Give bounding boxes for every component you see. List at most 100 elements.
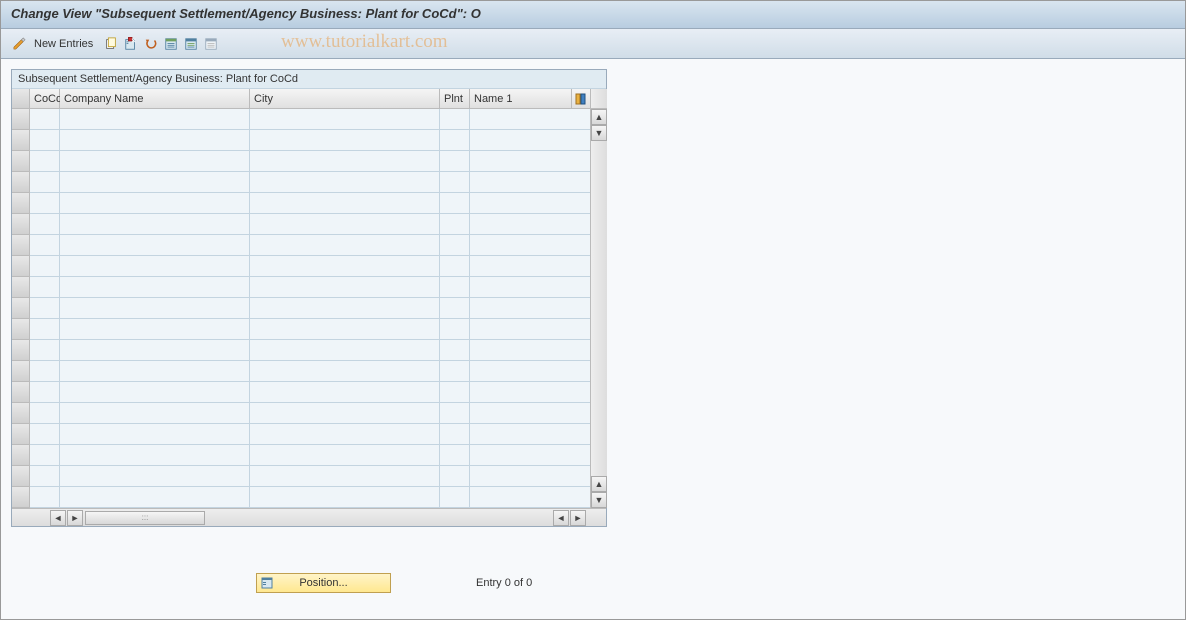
cell-plnt[interactable] — [440, 277, 470, 298]
cell-cocd[interactable] — [30, 319, 60, 340]
scroll-left-button[interactable]: ◄ — [50, 510, 66, 526]
cell-city[interactable] — [250, 277, 440, 298]
col-header-cocd[interactable]: CoCd — [30, 89, 60, 109]
hscroll-thumb[interactable]: ::: — [85, 511, 205, 525]
cell-plnt[interactable] — [440, 340, 470, 361]
cell-company-name[interactable] — [60, 256, 250, 277]
cell-city[interactable] — [250, 109, 440, 130]
scroll-left-button-2[interactable]: ◄ — [553, 510, 569, 526]
scroll-down-button-2[interactable]: ▼ — [591, 492, 607, 508]
cell-city[interactable] — [250, 193, 440, 214]
row-selector[interactable] — [12, 445, 30, 466]
cell-city[interactable] — [250, 424, 440, 445]
row-selector[interactable] — [12, 214, 30, 235]
cell-company-name[interactable] — [60, 424, 250, 445]
cell-name1[interactable] — [470, 277, 590, 298]
copy-icon[interactable] — [103, 36, 119, 52]
cell-company-name[interactable] — [60, 172, 250, 193]
cell-name1[interactable] — [470, 361, 590, 382]
cell-city[interactable] — [250, 445, 440, 466]
scroll-up-button-2[interactable]: ▲ — [591, 476, 607, 492]
row-selector[interactable] — [12, 172, 30, 193]
cell-cocd[interactable] — [30, 130, 60, 151]
cell-company-name[interactable] — [60, 151, 250, 172]
cell-name1[interactable] — [470, 487, 590, 508]
row-selector[interactable] — [12, 235, 30, 256]
cell-city[interactable] — [250, 487, 440, 508]
row-selector[interactable] — [12, 109, 30, 130]
cell-plnt[interactable] — [440, 130, 470, 151]
cell-cocd[interactable] — [30, 277, 60, 298]
deselect-all-icon[interactable] — [203, 36, 219, 52]
cell-cocd[interactable] — [30, 109, 60, 130]
cell-name1[interactable] — [470, 214, 590, 235]
cell-plnt[interactable] — [440, 403, 470, 424]
scroll-right-button-2[interactable]: ► — [570, 510, 586, 526]
cell-company-name[interactable] — [60, 466, 250, 487]
cell-company-name[interactable] — [60, 382, 250, 403]
row-selector[interactable] — [12, 403, 30, 424]
cell-plnt[interactable] — [440, 172, 470, 193]
cell-plnt[interactable] — [440, 235, 470, 256]
cell-city[interactable] — [250, 172, 440, 193]
cell-name1[interactable] — [470, 403, 590, 424]
cell-plnt[interactable] — [440, 424, 470, 445]
row-selector[interactable] — [12, 487, 30, 508]
cell-city[interactable] — [250, 361, 440, 382]
cell-company-name[interactable] — [60, 298, 250, 319]
cell-cocd[interactable] — [30, 151, 60, 172]
scroll-up-button[interactable]: ▲ — [591, 109, 607, 125]
cell-city[interactable] — [250, 130, 440, 151]
cell-cocd[interactable] — [30, 214, 60, 235]
cell-cocd[interactable] — [30, 193, 60, 214]
cell-plnt[interactable] — [440, 319, 470, 340]
cell-plnt[interactable] — [440, 256, 470, 277]
cell-company-name[interactable] — [60, 487, 250, 508]
table-config-button[interactable] — [572, 89, 590, 109]
col-header-name1[interactable]: Name 1 — [470, 89, 572, 109]
row-selector[interactable] — [12, 151, 30, 172]
cell-cocd[interactable] — [30, 445, 60, 466]
cell-plnt[interactable] — [440, 466, 470, 487]
select-block-icon[interactable] — [183, 36, 199, 52]
cell-city[interactable] — [250, 235, 440, 256]
cell-company-name[interactable] — [60, 319, 250, 340]
cell-company-name[interactable] — [60, 445, 250, 466]
scroll-down-button[interactable]: ▼ — [591, 125, 607, 141]
scroll-right-button[interactable]: ► — [67, 510, 83, 526]
cell-city[interactable] — [250, 214, 440, 235]
cell-cocd[interactable] — [30, 361, 60, 382]
cell-cocd[interactable] — [30, 256, 60, 277]
row-selector[interactable] — [12, 130, 30, 151]
cell-name1[interactable] — [470, 130, 590, 151]
undo-icon[interactable] — [143, 36, 159, 52]
row-selector[interactable] — [12, 466, 30, 487]
cell-cocd[interactable] — [30, 424, 60, 445]
cell-company-name[interactable] — [60, 109, 250, 130]
new-entries-button[interactable]: New Entries — [34, 38, 93, 50]
cell-city[interactable] — [250, 151, 440, 172]
cell-company-name[interactable] — [60, 403, 250, 424]
select-all-icon[interactable] — [163, 36, 179, 52]
cell-name1[interactable] — [470, 193, 590, 214]
row-selector-header[interactable] — [12, 89, 30, 109]
cell-cocd[interactable] — [30, 340, 60, 361]
cell-cocd[interactable] — [30, 235, 60, 256]
cell-name1[interactable] — [470, 445, 590, 466]
cell-plnt[interactable] — [440, 445, 470, 466]
cell-name1[interactable] — [470, 235, 590, 256]
cell-city[interactable] — [250, 403, 440, 424]
col-header-plnt[interactable]: Plnt — [440, 89, 470, 109]
cell-cocd[interactable] — [30, 298, 60, 319]
cell-name1[interactable] — [470, 256, 590, 277]
cell-cocd[interactable] — [30, 172, 60, 193]
cell-company-name[interactable] — [60, 277, 250, 298]
cell-city[interactable] — [250, 319, 440, 340]
row-selector[interactable] — [12, 193, 30, 214]
cell-name1[interactable] — [470, 319, 590, 340]
cell-plnt[interactable] — [440, 382, 470, 403]
row-selector[interactable] — [12, 340, 30, 361]
cell-city[interactable] — [250, 340, 440, 361]
cell-name1[interactable] — [470, 151, 590, 172]
cell-city[interactable] — [250, 298, 440, 319]
